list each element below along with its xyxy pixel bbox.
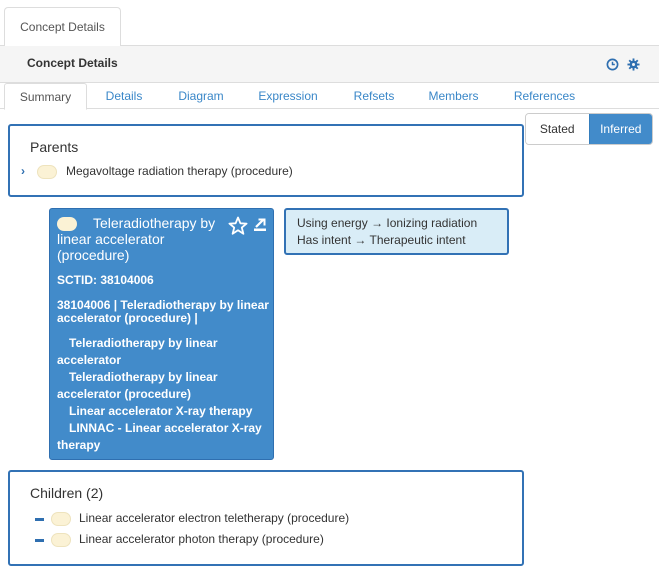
primitive-concept-icon	[37, 165, 57, 179]
star-icon[interactable]	[228, 216, 248, 236]
tab-details[interactable]: Details	[94, 83, 154, 109]
attribute-row: Using energy → Ionizing radiation	[297, 216, 477, 230]
gear-icon[interactable]	[627, 58, 640, 71]
view-toggle: Stated Inferred	[525, 113, 653, 145]
parents-title: Parents	[30, 139, 79, 155]
child-item[interactable]: Linear accelerator electron teletherapy …	[79, 511, 349, 525]
tab-concept-details[interactable]: Concept Details	[4, 7, 121, 47]
tab-references[interactable]: References	[506, 83, 583, 109]
collapse-icon[interactable]	[35, 518, 44, 521]
attribute-value[interactable]: Therapeutic intent	[370, 233, 466, 247]
history-icon[interactable]	[606, 58, 619, 71]
child-item[interactable]: Linear accelerator photon therapy (proce…	[79, 532, 324, 546]
concept-title: Teleradiotherapy by linear accelerator (…	[57, 215, 216, 263]
arrow-icon: →	[354, 233, 367, 247]
inferred-button[interactable]: Inferred	[588, 114, 652, 144]
panel-heading: Concept Details	[0, 46, 659, 83]
synonym-item: Teleradiotherapy by linear accelerator (…	[57, 370, 218, 401]
chevron-right-icon[interactable]: ›	[21, 164, 25, 178]
export-icon[interactable]	[253, 218, 267, 232]
top-tab-bar: Concept Details	[0, 0, 659, 47]
synonym-item: LINNAC - Linear accelerator X-ray therap…	[57, 421, 262, 452]
parents-box: Parents › Megavoltage radiation therapy …	[8, 124, 524, 197]
concept-card: Teleradiotherapy by linear accelerator (…	[49, 208, 274, 460]
stated-button[interactable]: Stated	[526, 114, 589, 144]
synonym-item: Teleradiotherapy by linear accelerator	[57, 336, 218, 367]
concept-sctid: SCTID: 38104006	[57, 273, 154, 287]
attribute-type[interactable]: Using energy	[297, 216, 368, 230]
synonym-item: Linear accelerator X-ray therapy	[69, 404, 253, 418]
tab-expression[interactable]: Expression	[252, 83, 324, 109]
synonym-list: Teleradiotherapy by linear accelerator T…	[57, 335, 271, 454]
attribute-box: Using energy → Ionizing radiation Has in…	[284, 208, 509, 255]
attribute-type[interactable]: Has intent	[297, 233, 351, 247]
attribute-row: Has intent → Therapeutic intent	[297, 233, 466, 247]
nav-tabs: Summary Details Diagram Expression Refse…	[0, 83, 659, 110]
primitive-concept-icon	[51, 533, 71, 547]
tab-members[interactable]: Members	[420, 83, 487, 109]
children-box: Children (2) Linear accelerator electron…	[8, 470, 524, 566]
arrow-icon: →	[371, 216, 384, 230]
collapse-icon[interactable]	[35, 539, 44, 542]
tab-diagram[interactable]: Diagram	[170, 83, 232, 109]
tab-summary[interactable]: Summary	[4, 83, 87, 110]
attribute-value[interactable]: Ionizing radiation	[386, 216, 477, 230]
primitive-concept-icon	[51, 512, 71, 526]
concept-fsn: 38104006 | Teleradiotherapy by linear ac…	[57, 298, 269, 325]
parent-item[interactable]: Megavoltage radiation therapy (procedure…	[66, 164, 293, 178]
children-title: Children (2)	[30, 485, 104, 501]
tab-refsets[interactable]: Refsets	[345, 83, 403, 109]
panel-title: Concept Details	[27, 56, 118, 70]
